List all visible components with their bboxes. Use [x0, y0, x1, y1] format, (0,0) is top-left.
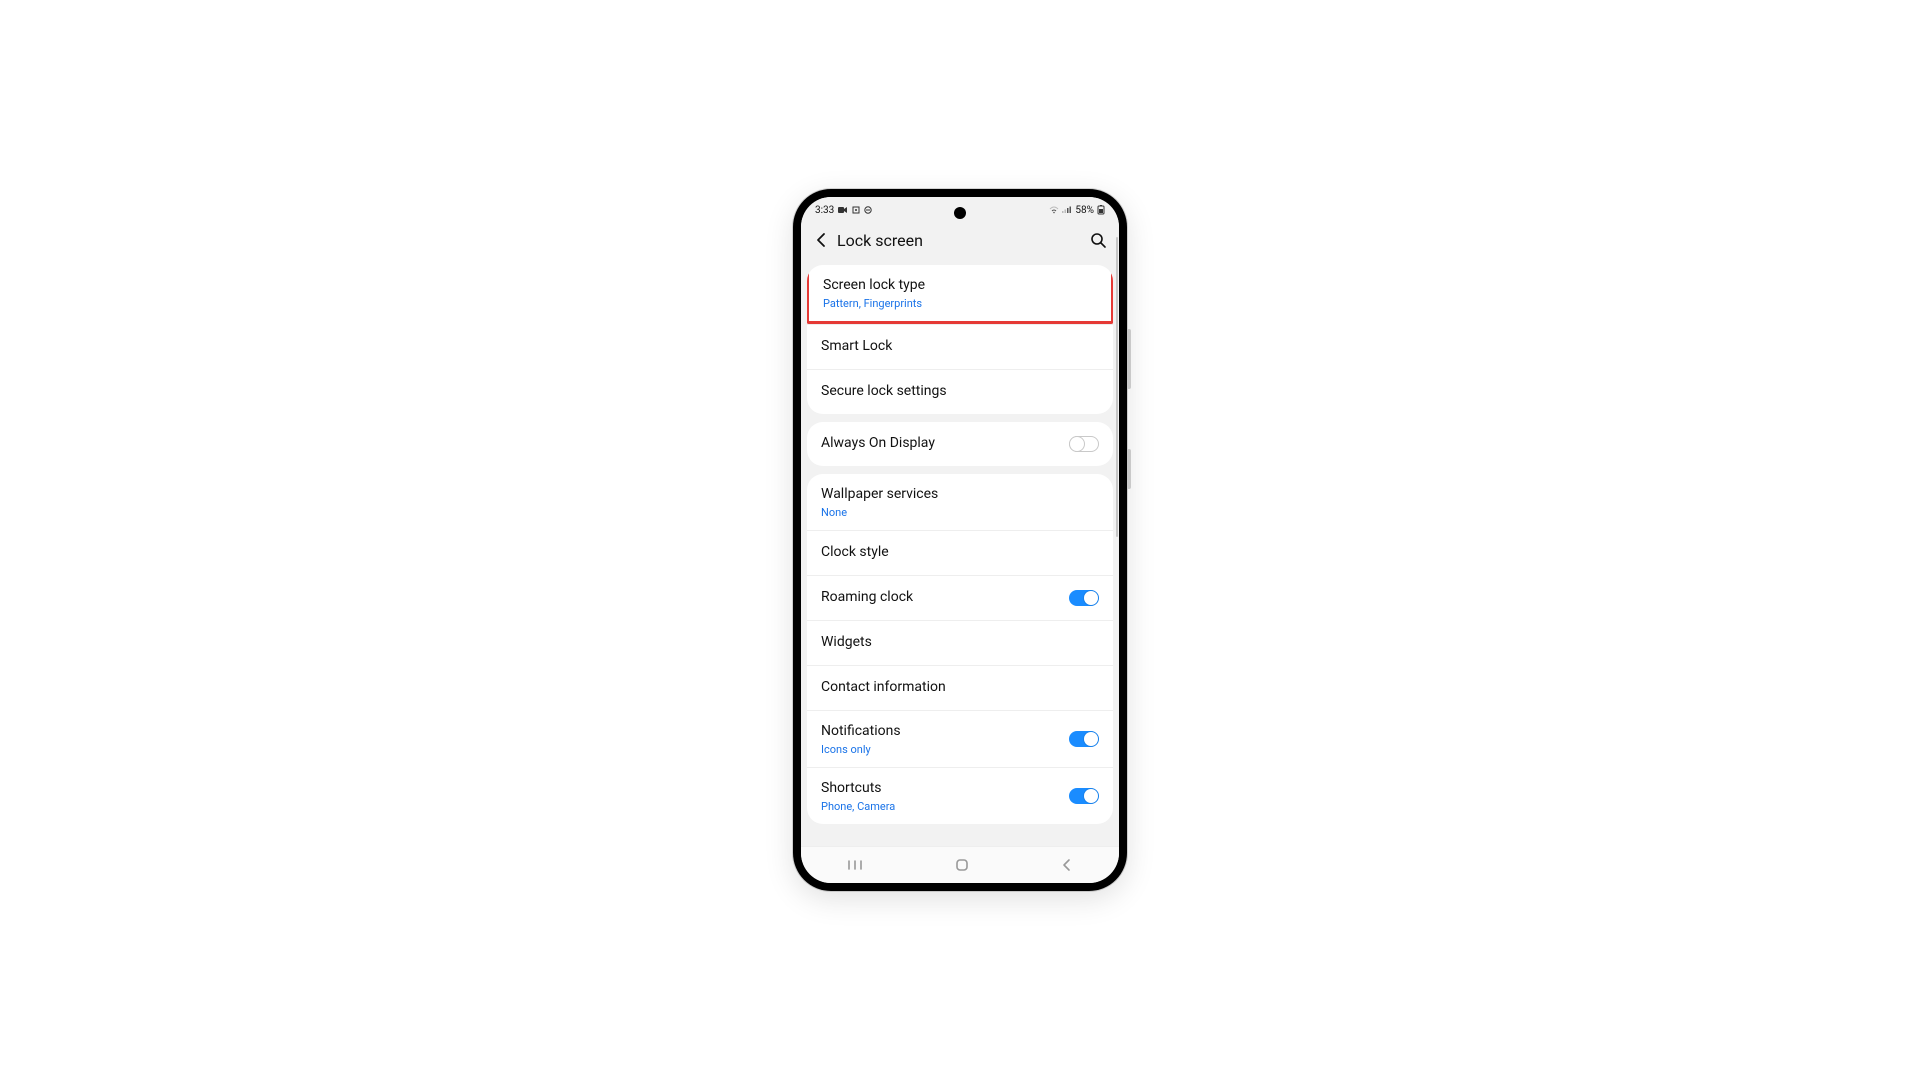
row-subtitle: None [821, 506, 1099, 519]
side-button-power [1127, 449, 1131, 489]
row-title: Shortcuts [821, 779, 1069, 798]
status-time: 3:33 [815, 205, 834, 216]
row-title: Widgets [821, 633, 1099, 652]
row-title: Screen lock type [823, 276, 1097, 295]
row-shortcuts[interactable]: Shortcuts Phone, Camera [807, 767, 1113, 824]
chevron-left-icon [813, 231, 831, 249]
toggle-shortcuts[interactable] [1069, 788, 1099, 804]
wifi-icon [1049, 206, 1059, 214]
row-subtitle: Pattern, Fingerprints [823, 297, 1097, 310]
row-title: Wallpaper services [821, 485, 1099, 504]
row-title: Roaming clock [821, 588, 1069, 607]
nav-recent-button[interactable] [846, 858, 864, 872]
row-smart-lock[interactable]: Smart Lock [807, 324, 1113, 369]
row-wallpaper-services[interactable]: Wallpaper services None [807, 474, 1113, 530]
phone-frame: 3:33 [793, 189, 1127, 891]
nav-back-button[interactable] [1060, 858, 1074, 872]
android-navbar [801, 846, 1119, 883]
row-subtitle: Phone, Camera [821, 800, 1069, 813]
row-title: Always On Display [821, 434, 1069, 453]
row-clock-style[interactable]: Clock style [807, 530, 1113, 575]
settings-content: Screen lock type Pattern, Fingerprints S… [801, 265, 1119, 824]
row-title: Smart Lock [821, 337, 1099, 356]
battery-icon [1097, 205, 1105, 215]
row-contact-information[interactable]: Contact information [807, 665, 1113, 710]
toggle-notifications[interactable] [1069, 731, 1099, 747]
row-notifications[interactable]: Notifications Icons only [807, 710, 1113, 767]
row-secure-lock-settings[interactable]: Secure lock settings [807, 369, 1113, 414]
battery-percent: 58% [1075, 205, 1094, 216]
row-title: Secure lock settings [821, 382, 1099, 401]
row-title: Notifications [821, 722, 1069, 741]
group-appearance: Wallpaper services None Clock style Roam… [807, 474, 1113, 824]
screen: 3:33 [801, 197, 1119, 883]
signal-icon [1062, 206, 1072, 214]
toggle-roaming-clock[interactable] [1069, 590, 1099, 606]
page-title: Lock screen [837, 231, 923, 250]
back-button[interactable] [813, 231, 835, 249]
search-button[interactable] [1085, 231, 1107, 249]
nav-home-button[interactable] [954, 857, 970, 873]
group-aod: Always On Display [807, 422, 1113, 466]
app-bar: Lock screen [801, 221, 1119, 259]
row-subtitle: Icons only [821, 743, 1069, 756]
row-title: Contact information [821, 678, 1099, 697]
camera-hole [954, 207, 966, 219]
back-icon [1060, 858, 1074, 872]
row-roaming-clock[interactable]: Roaming clock [807, 575, 1113, 620]
side-button-volume [1127, 329, 1131, 389]
square-icon [852, 206, 860, 214]
videocam-icon [838, 206, 848, 214]
dnd-icon [864, 206, 872, 214]
toggle-always-on-display[interactable] [1069, 436, 1099, 452]
search-icon [1089, 231, 1107, 249]
recent-icon [846, 858, 864, 872]
home-icon [954, 857, 970, 873]
row-screen-lock-type[interactable]: Screen lock type Pattern, Fingerprints [807, 265, 1113, 324]
row-widgets[interactable]: Widgets [807, 620, 1113, 665]
row-always-on-display[interactable]: Always On Display [807, 422, 1113, 466]
row-title: Clock style [821, 543, 1099, 562]
group-lock: Screen lock type Pattern, Fingerprints S… [807, 265, 1113, 414]
scrollbar[interactable] [1116, 237, 1118, 537]
